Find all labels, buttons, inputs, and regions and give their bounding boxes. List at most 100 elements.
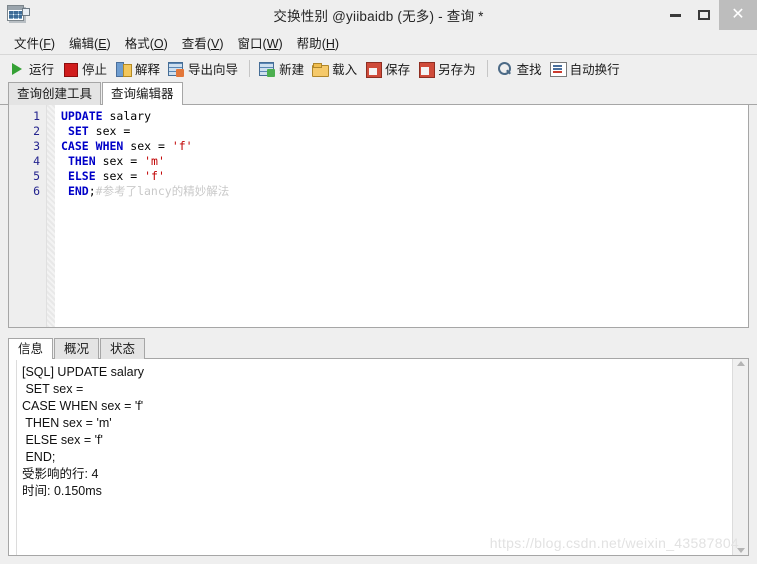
word-wrap-label: 自动换行 — [569, 63, 620, 77]
maximize-icon — [698, 10, 710, 20]
run-icon — [9, 61, 25, 77]
explain-label: 解释 — [135, 63, 161, 77]
scroll-up-arrow-icon[interactable] — [736, 361, 745, 366]
code-token: CASE — [61, 139, 89, 153]
menu-item-file[interactable]: 文件(F) — [7, 30, 62, 55]
code-line: SET sex = — [61, 124, 748, 139]
output-log-line: [SQL] UPDATE salary — [22, 365, 145, 379]
explain-button[interactable]: 解释 — [112, 57, 165, 80]
menu-label: 窗口 — [237, 36, 263, 51]
load-button[interactable]: 载入 — [309, 57, 362, 80]
stop-button[interactable]: 停止 — [59, 57, 112, 80]
export-wizard-label: 导出向导 — [188, 63, 239, 77]
line-number: 2 — [33, 124, 40, 138]
code-token: WHEN — [95, 139, 124, 153]
search-icon — [497, 61, 513, 77]
menu-accel: E — [98, 36, 107, 51]
explain-icon — [115, 61, 133, 77]
menu-label: 文件 — [14, 36, 40, 51]
scroll-down-arrow-icon[interactable] — [736, 548, 745, 553]
tab-profile[interactable]: 概况 — [54, 338, 100, 359]
menu-label: 帮助 — [296, 36, 322, 51]
code-token: ELSE — [67, 169, 96, 183]
minimize-button[interactable] — [661, 0, 689, 30]
stop-icon — [62, 61, 79, 77]
tab-label: 查询创建工具 — [17, 87, 93, 101]
output-log-line: THEN sex = 'm' — [22, 416, 112, 430]
tab-label: 概况 — [64, 342, 90, 356]
output-log-text[interactable]: [SQL] UPDATE salary SET sex = CASE WHEN s… — [17, 359, 732, 555]
sql-code-text[interactable]: UPDATE salary SET sex = CASE WHEN sex = … — [55, 105, 748, 327]
export-wizard-button[interactable]: 导出向导 — [165, 57, 243, 80]
code-line: CASE WHEN sex = 'f' — [61, 139, 748, 154]
line-number-gutter: 1 2 3 4 5 6 — [9, 105, 47, 327]
code-token: sex = — [88, 124, 138, 138]
code-token: 'f' — [171, 139, 193, 153]
stop-label: 停止 — [82, 63, 108, 77]
code-line: UPDATE salary — [61, 109, 748, 124]
run-button[interactable]: 运行 — [6, 57, 59, 80]
load-label: 载入 — [332, 63, 358, 77]
save-as-button[interactable]: 另存为 — [415, 57, 481, 80]
menu-accel: F — [43, 36, 51, 51]
fold-margin — [47, 105, 55, 327]
new-button[interactable]: 新建 — [256, 57, 309, 80]
code-token: sex = — [95, 169, 145, 183]
output-log-line: ELSE sex = 'f' — [22, 433, 103, 447]
new-label: 新建 — [279, 63, 305, 77]
code-token: salary — [102, 109, 152, 123]
save-button[interactable]: 保存 — [362, 57, 415, 80]
toolbar-separator — [486, 60, 488, 77]
line-number: 5 — [33, 169, 40, 183]
line-number: 1 — [33, 109, 40, 123]
code-token: THEN — [67, 154, 96, 168]
window-controls: ✕ — [661, 0, 757, 30]
window-title: 交换性别 @yiibaidb (无多) - 查询 * — [273, 9, 484, 24]
tab-status[interactable]: 状态 — [100, 338, 146, 359]
code-token: 'f' — [144, 169, 165, 183]
menu-item-view[interactable]: 查看(V) — [175, 30, 231, 55]
word-wrap-icon — [549, 61, 567, 77]
output-scrollbar[interactable] — [732, 359, 748, 555]
code-token: ; — [88, 184, 96, 198]
table-window-icon — [7, 5, 30, 25]
export-wizard-icon — [168, 61, 185, 77]
close-button[interactable]: ✕ — [719, 0, 757, 30]
code-token: sex = — [123, 139, 172, 153]
application-window: 交换性别 @yiibaidb (无多) - 查询 * ✕ 文件(F) 编辑(E)… — [0, 0, 757, 564]
output-log-container: [SQL] UPDATE salary SET sex = CASE WHEN s… — [8, 359, 749, 556]
maximize-button[interactable] — [689, 0, 719, 30]
run-label: 运行 — [29, 63, 55, 77]
minimize-icon — [669, 13, 681, 17]
open-folder-icon — [312, 61, 330, 77]
tab-query-builder[interactable]: 查询创建工具 — [8, 82, 102, 105]
find-button[interactable]: 查找 — [494, 57, 547, 80]
sql-editor[interactable]: 1 2 3 4 5 6 UPDATE salary SET sex = CASE… — [8, 105, 749, 328]
output-log-line: END; — [22, 450, 56, 464]
menu-item-window[interactable]: 窗口(W) — [231, 30, 290, 55]
menu-bar: 文件(F) 编辑(E) 格式(O) 查看(V) 窗口(W) 帮助(H) — [0, 30, 757, 55]
menu-label: 查看 — [181, 36, 207, 51]
line-number: 3 — [33, 139, 40, 153]
menu-accel: O — [153, 36, 164, 51]
tab-info[interactable]: 信息 — [8, 338, 54, 360]
output-log-margin — [9, 359, 17, 555]
menu-item-edit[interactable]: 编辑(E) — [62, 30, 118, 55]
menu-item-format[interactable]: 格式(O) — [118, 30, 175, 55]
code-line: ELSE sex = 'f' — [61, 169, 748, 184]
close-icon: ✕ — [731, 6, 745, 23]
menu-label: 编辑 — [69, 36, 95, 51]
code-token: END — [67, 184, 89, 198]
code-token: UPDATE — [61, 109, 103, 123]
menu-item-help[interactable]: 帮助(H) — [290, 30, 346, 55]
editor-tab-strip: 查询创建工具 查询编辑器 — [0, 82, 757, 106]
save-label: 保存 — [385, 63, 411, 77]
panel-splitter[interactable] — [0, 328, 757, 337]
word-wrap-button[interactable]: 自动换行 — [547, 57, 625, 80]
tab-query-editor[interactable]: 查询编辑器 — [102, 82, 183, 106]
